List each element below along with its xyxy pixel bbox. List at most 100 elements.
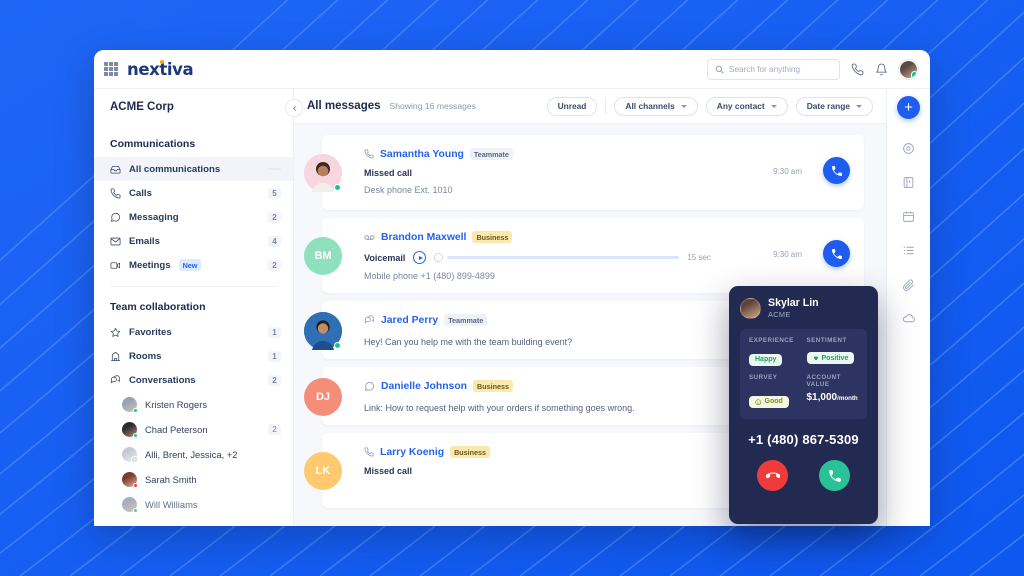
filter-any-contact[interactable]: Any contact (705, 96, 788, 116)
sidebar-item-label: All communications (129, 163, 221, 175)
answer-call-button[interactable] (819, 460, 850, 491)
message-sender[interactable]: Brandon Maxwell (381, 232, 466, 243)
voicemail-play-button[interactable] (413, 251, 427, 264)
insight-experience: EXPERIENCE (749, 337, 801, 344)
caller-avatar (740, 297, 761, 319)
decline-call-button[interactable] (757, 460, 788, 491)
avatar-initials: BM (314, 250, 332, 262)
insight-survey: SURVEY (749, 374, 801, 388)
phone-icon (828, 469, 841, 482)
phone-icon (364, 447, 374, 457)
caller-name: Skylar Lin (768, 297, 819, 309)
nextiva-logo[interactable]: nextiva (127, 59, 194, 79)
avatar (122, 472, 138, 488)
filter-all-channels[interactable]: All channels (614, 96, 698, 116)
conversation-label: Chad Peterson (145, 424, 208, 435)
group-member-count: 5 (131, 456, 138, 463)
insight-label: SENTIMENT (806, 337, 847, 344)
message-sender[interactable]: Jared Perry (381, 315, 438, 326)
avatar (122, 397, 138, 413)
heart-icon (813, 356, 818, 361)
avatar-group: 5 (122, 447, 138, 463)
sidebar-item-emails[interactable]: Emails 4 (94, 229, 293, 253)
account-value-amount: $1,000 (806, 392, 838, 403)
survey-chip: Good (749, 395, 789, 408)
sidebar-item-count: 2 (268, 259, 281, 271)
insight-account-value: ACCOUNT VALUE (807, 374, 859, 388)
call-actions (740, 460, 867, 491)
cloud-icon[interactable] (894, 301, 924, 335)
sidebar-item-label: Rooms (129, 350, 162, 362)
message-detail: Desk phone Ext. 1010 (364, 185, 453, 195)
sidebar-item-badge: New (178, 259, 202, 271)
phone-hangup-icon (765, 471, 780, 478)
filter-date-range[interactable]: Date range (795, 96, 873, 116)
message-row[interactable]: BM Brandon Maxwell Business Voicemail 15… (304, 218, 864, 293)
sidebar-item-favorites[interactable]: Favorites 1 (94, 320, 293, 344)
chats-icon (110, 374, 120, 383)
sidebar-item-all-communications[interactable]: All communications (94, 157, 293, 181)
avatar (304, 312, 342, 350)
sidebar-item-count: 2 (268, 211, 281, 223)
sidebar-item-count: 2 (268, 374, 281, 386)
org-name[interactable]: ACME Corp (94, 89, 293, 124)
add-button[interactable]: + (897, 96, 920, 119)
conversation-item-sarah-smith[interactable]: Sarah Smith (94, 467, 293, 492)
calendar-icon[interactable] (894, 199, 924, 233)
filter-label: Any contact (716, 101, 765, 111)
sentiment-value: Positive (821, 354, 849, 362)
insight-experience-value: Happy (749, 348, 801, 366)
sidebar-item-conversations[interactable]: Conversations 2 (94, 368, 293, 392)
sidebar-item-messaging[interactable]: Messaging 2 (94, 205, 293, 229)
paperclip-icon[interactable] (894, 267, 924, 301)
apps-grid-icon[interactable] (104, 62, 118, 76)
incoming-call-popup[interactable]: Skylar Lin ACME EXPERIENCE SENTIMENT Hap… (729, 286, 878, 524)
sidebar-item-count: 4 (268, 235, 281, 247)
call-back-button[interactable] (823, 240, 850, 267)
compass-icon[interactable] (894, 131, 924, 165)
message-tag: Business (450, 446, 491, 458)
survey-value: Good (764, 398, 783, 406)
phone-icon[interactable] (851, 63, 864, 76)
task-list-icon[interactable] (894, 233, 924, 267)
star-icon (110, 327, 121, 337)
call-back-button[interactable] (823, 157, 850, 184)
conversation-item-will-williams[interactable]: Will Williams (94, 492, 293, 517)
sidebar-item-calls[interactable]: Calls 5 (94, 181, 293, 205)
search-input[interactable]: Search for anything (707, 58, 840, 80)
caller-identity: Skylar Lin ACME (740, 297, 867, 319)
insight-label: ACCOUNT VALUE (806, 374, 841, 388)
voicemail-scrubber-handle[interactable] (434, 253, 444, 262)
message-detail: Mobile phone +1 (480) 899-4899 (364, 271, 495, 281)
conversation-item-group[interactable]: 5 Alli, Brent, Jessica, +2 (94, 442, 293, 467)
message-tag: Business (472, 231, 513, 243)
avatar (122, 497, 138, 513)
sidebar-item-count (268, 168, 281, 170)
bell-icon[interactable] (875, 63, 888, 76)
avatar: DJ (304, 378, 342, 416)
voicemail-progress-track[interactable] (447, 256, 680, 259)
avatar (122, 422, 138, 438)
voicemail-duration: 15 sec (687, 253, 711, 262)
message-sender[interactable]: Larry Koenig (380, 447, 444, 458)
smiley-icon (755, 398, 762, 405)
sentiment-chip: Positive (806, 352, 855, 364)
experience-chip: Happy (749, 353, 783, 366)
conversation-label: Will Williams (145, 499, 198, 510)
notebook-icon[interactable] (894, 165, 924, 199)
user-avatar[interactable] (899, 59, 918, 79)
conversation-item-kristen-rogers[interactable]: Kristen Rogers (94, 392, 293, 417)
message-time: 9:30 am (773, 250, 802, 259)
sidebar-item-meetings[interactable]: Meetings New 2 (94, 253, 293, 277)
sidebar-collapse-button[interactable] (285, 99, 303, 117)
inbox-icon (110, 165, 121, 174)
filter-unread[interactable]: Unread (546, 96, 598, 116)
message-sender[interactable]: Samantha Young (380, 149, 464, 160)
message-row[interactable]: Samantha Young Teammate Missed call Desk… (304, 135, 864, 210)
conversation-item-chad-peterson[interactable]: Chad Peterson 2 (94, 417, 293, 442)
account-value: $1,000/month (807, 392, 859, 410)
video-camera-icon (110, 261, 121, 269)
sidebar-item-rooms[interactable]: Rooms 1 (94, 344, 293, 368)
message-sender[interactable]: Danielle Johnson (381, 381, 467, 392)
chevron-down-icon (856, 104, 862, 108)
